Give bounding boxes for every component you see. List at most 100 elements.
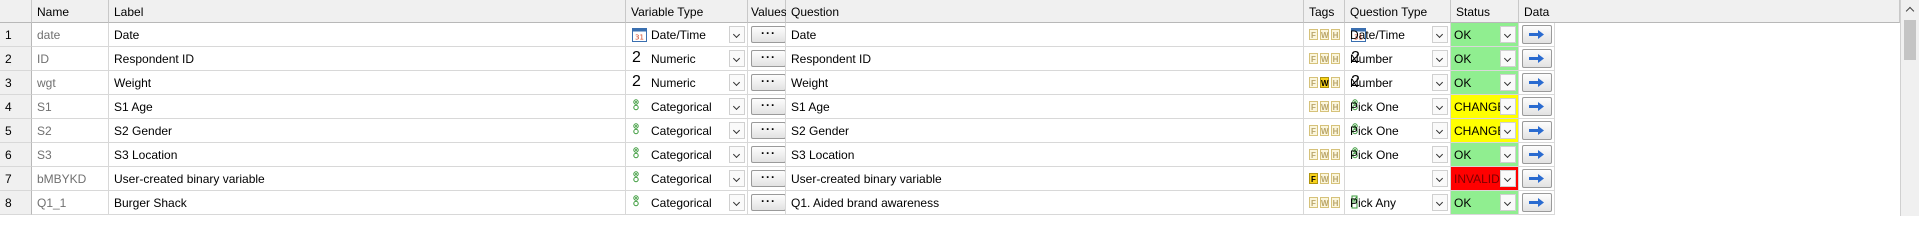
scroll-thumb[interactable] xyxy=(1904,20,1916,60)
name-cell[interactable]: S2 xyxy=(32,119,109,143)
data-view-button[interactable] xyxy=(1522,193,1552,212)
values-ellipsis-button[interactable] xyxy=(751,146,785,163)
label-cell[interactable]: Burger Shack xyxy=(109,191,626,215)
table-row[interactable]: 5 S2 S2 Gender Categorical S2 Gender FWH Pick … xyxy=(0,119,1900,143)
question-type-cell[interactable]: Pick One xyxy=(1345,143,1451,167)
data-view-button[interactable] xyxy=(1522,97,1552,116)
question-type-dropdown-arrow-icon[interactable] xyxy=(1432,26,1448,43)
variable-type-cell[interactable]: Categorical xyxy=(626,167,748,191)
table-row[interactable]: 6S3S3 LocationCategoricalS3 LocationFWHP… xyxy=(0,143,1900,167)
table-row[interactable]: 1dateDate31Date/TimeDateFWH31Date/TimeOK xyxy=(0,23,1900,47)
tag-w-toggle[interactable]: W xyxy=(1320,125,1329,136)
tag-w-toggle[interactable]: W xyxy=(1320,101,1329,112)
row-number[interactable]: 4 xyxy=(0,95,32,119)
label-cell[interactable]: Date xyxy=(109,23,626,47)
variable-type-cell[interactable]: Categorical xyxy=(626,95,748,119)
row-number[interactable]: 8 xyxy=(0,191,32,215)
label-cell[interactable]: User-created binary variable xyxy=(109,167,626,191)
header-tags[interactable]: Tags xyxy=(1304,0,1345,23)
status-dropdown-arrow-icon[interactable] xyxy=(1500,146,1516,163)
tags-cell[interactable]: FWH xyxy=(1304,167,1345,191)
variable-type-cell[interactable]: 2 Numeric xyxy=(626,71,748,95)
header-data[interactable]: Data xyxy=(1519,0,1900,23)
data-view-button[interactable] xyxy=(1522,49,1552,68)
tag-f-toggle[interactable]: F xyxy=(1309,149,1318,160)
question-type-cell[interactable]: 2 Number xyxy=(1345,47,1451,71)
tags-cell[interactable]: FWH xyxy=(1304,119,1345,143)
status-dropdown-arrow-icon[interactable] xyxy=(1500,26,1516,43)
label-cell[interactable]: Respondent ID xyxy=(109,47,626,71)
name-cell[interactable]: bMBYKD xyxy=(32,167,109,191)
header-name[interactable]: Name xyxy=(32,0,109,23)
status-dropdown-arrow-icon[interactable] xyxy=(1500,74,1516,91)
variable-type-dropdown-arrow-icon[interactable] xyxy=(729,146,745,163)
row-number[interactable]: 6 xyxy=(0,143,32,167)
header-question-type[interactable]: Question Type xyxy=(1345,0,1451,23)
scroll-up-arrow-icon[interactable] xyxy=(1903,2,1917,16)
data-view-button[interactable] xyxy=(1522,169,1552,188)
question-type-dropdown-arrow-icon[interactable] xyxy=(1432,146,1448,163)
status-cell[interactable]: CHANGED xyxy=(1451,119,1519,143)
variable-type-cell[interactable]: Categorical xyxy=(626,191,748,215)
question-type-dropdown-arrow-icon[interactable] xyxy=(1432,170,1448,187)
header-status[interactable]: Status xyxy=(1451,0,1519,23)
question-type-dropdown-arrow-icon[interactable] xyxy=(1432,122,1448,139)
tags-cell[interactable]: FWH xyxy=(1304,95,1345,119)
status-dropdown-arrow-icon[interactable] xyxy=(1500,98,1516,115)
label-cell[interactable]: S2 Gender xyxy=(109,119,626,143)
tag-w-toggle[interactable]: W xyxy=(1320,53,1329,64)
tags-cell[interactable]: FWH xyxy=(1304,143,1345,167)
data-view-button[interactable] xyxy=(1522,73,1552,92)
table-row[interactable]: 2 ID Respondent ID 2 Numeric Respondent ID FWH… xyxy=(0,47,1900,71)
status-dropdown-arrow-icon[interactable] xyxy=(1500,50,1516,67)
row-number[interactable]: 2 xyxy=(0,47,32,71)
question-type-cell[interactable]: Pick Any xyxy=(1345,191,1451,215)
values-ellipsis-button[interactable] xyxy=(751,122,785,139)
values-ellipsis-button[interactable] xyxy=(751,170,785,187)
variable-type-dropdown-arrow-icon[interactable] xyxy=(729,122,745,139)
data-view-button[interactable] xyxy=(1522,25,1552,44)
variable-type-cell[interactable]: 2 Numeric xyxy=(626,47,748,71)
question-cell[interactable]: Q1. Aided brand awareness xyxy=(786,191,1304,215)
question-type-dropdown-arrow-icon[interactable] xyxy=(1432,74,1448,91)
tag-h-toggle[interactable]: H xyxy=(1331,101,1340,112)
question-cell[interactable]: User-created binary variable xyxy=(786,167,1304,191)
label-cell[interactable]: S3 Location xyxy=(109,143,626,167)
values-ellipsis-button[interactable] xyxy=(751,194,785,211)
tag-f-toggle[interactable]: F xyxy=(1309,125,1318,136)
variable-type-dropdown-arrow-icon[interactable] xyxy=(729,26,745,43)
tag-w-toggle[interactable]: W xyxy=(1320,77,1329,88)
question-cell[interactable]: S2 Gender xyxy=(786,119,1304,143)
question-type-dropdown-arrow-icon[interactable] xyxy=(1432,194,1448,211)
name-cell[interactable]: date xyxy=(32,23,109,47)
table-row[interactable]: 7 bMBYKD User-created binary variable Categ… xyxy=(0,167,1900,191)
question-type-cell[interactable]: Pick One xyxy=(1345,119,1451,143)
tag-f-toggle[interactable]: F xyxy=(1309,101,1318,112)
question-cell[interactable]: Date xyxy=(786,23,1304,47)
tag-f-toggle[interactable]: F xyxy=(1309,197,1318,208)
name-cell[interactable]: Q1_1 xyxy=(32,191,109,215)
status-cell[interactable]: INVALID xyxy=(1451,167,1519,191)
label-cell[interactable]: S1 Age xyxy=(109,95,626,119)
variable-type-cell[interactable]: Categorical xyxy=(626,119,748,143)
tags-cell[interactable]: FWH xyxy=(1304,47,1345,71)
name-cell[interactable]: wgt xyxy=(32,71,109,95)
header-values[interactable]: Values xyxy=(748,0,787,23)
table-row[interactable]: 3wgtWeight2NumericWeightFWH2NumberOK xyxy=(0,71,1900,95)
status-cell[interactable]: OK xyxy=(1451,23,1519,47)
tag-h-toggle[interactable]: H xyxy=(1331,125,1340,136)
status-cell[interactable]: OK xyxy=(1451,71,1519,95)
row-number[interactable]: 3 xyxy=(0,71,32,95)
question-type-cell[interactable]: Pick One xyxy=(1345,95,1451,119)
row-number[interactable]: 5 xyxy=(0,119,32,143)
values-ellipsis-button[interactable] xyxy=(751,74,785,91)
question-type-cell[interactable]: 2 Number xyxy=(1345,71,1451,95)
header-question[interactable]: Question xyxy=(786,0,1304,23)
question-cell[interactable]: S1 Age xyxy=(786,95,1304,119)
variable-type-dropdown-arrow-icon[interactable] xyxy=(729,98,745,115)
values-ellipsis-button[interactable] xyxy=(751,50,785,67)
tags-cell[interactable]: FWH xyxy=(1304,23,1345,47)
tag-f-toggle[interactable]: F xyxy=(1309,77,1318,88)
header-label[interactable]: Label xyxy=(109,0,626,23)
label-cell[interactable]: Weight xyxy=(109,71,626,95)
